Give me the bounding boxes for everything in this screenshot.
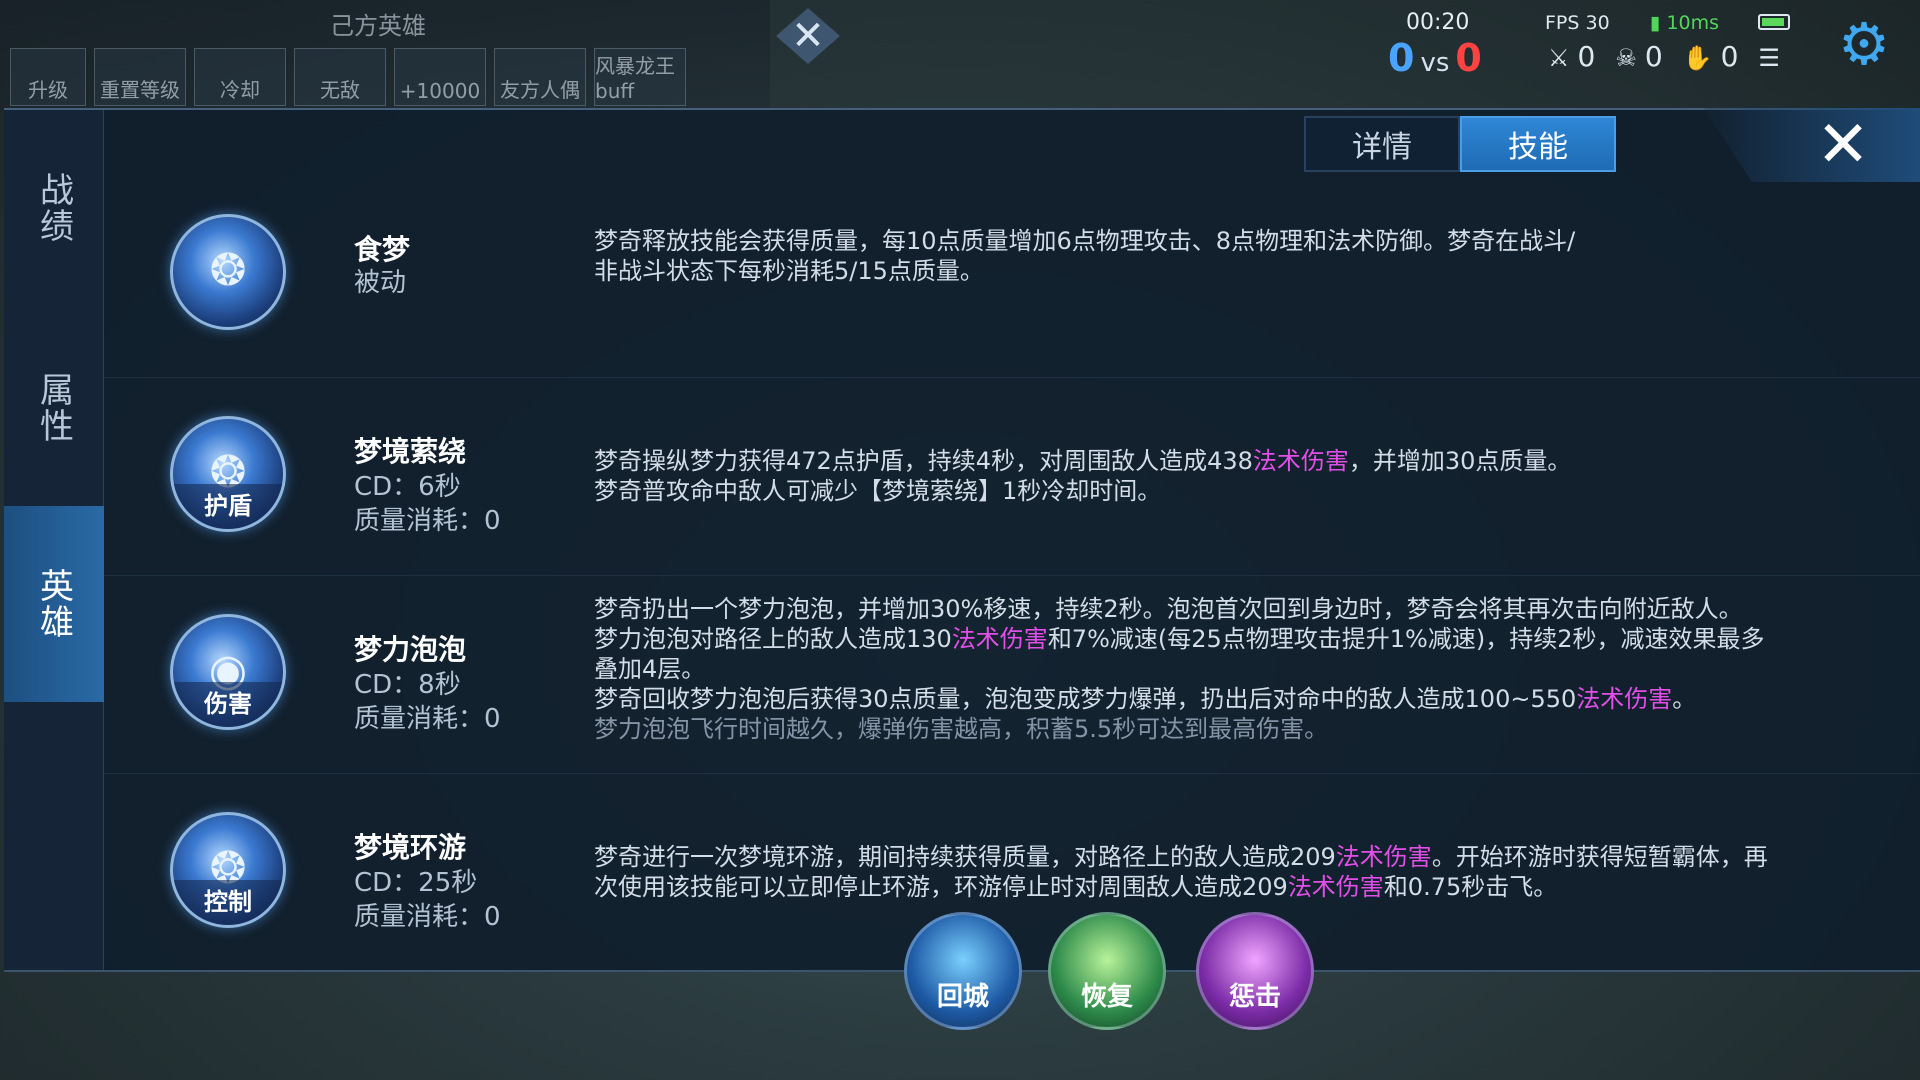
debug-button-row: 升级 重置等级 冷却 无敌 +10000 友方人偶 风暴龙王buff — [10, 48, 686, 106]
skill-cooldown: CD：25秒 — [354, 868, 478, 898]
desc-line: 梦力泡泡飞行时间越久，爆弹伤害越高，积蓄5.5秒可达到最高伤害。 — [594, 715, 1329, 743]
deaths-count: 0 — [1644, 40, 1663, 73]
magic-damage-highlight: 法术伤害 — [951, 625, 1048, 653]
skill-icon-control[interactable]: ❂ 控制 — [170, 812, 286, 928]
skill-description: 梦奇释放技能会获得质量，每10点质量增加6点物理攻击、8点物理和法术防御。梦奇在… — [594, 226, 1920, 286]
ally-heroes-label: 己方英雄 — [330, 12, 426, 40]
skill-description: 梦奇扔出一个梦力泡泡，并增加30%移速，持续2秒。泡泡首次回到身边时，梦奇会将其… — [594, 594, 1920, 744]
red-score: 0 — [1455, 36, 1482, 80]
desc-text: ，并增加30点质量。 — [1348, 447, 1572, 475]
desc-text: 。开始环游时获得短暂霸体，再 — [1431, 843, 1768, 871]
close-debug-icon[interactable]: ✕ — [776, 8, 840, 64]
recall-button[interactable]: 回城 — [904, 912, 1022, 1030]
desc-line: 叠加4层。 — [594, 655, 706, 683]
skill-row-passive: ❂ 食梦 被动 梦奇释放技能会获得质量，每10点质量增加6点物理攻击、8点物理和… — [104, 180, 1920, 378]
assist-hand-icon: ✋ — [1682, 44, 1713, 72]
desc-line: 梦奇操纵梦力获得472点护盾，持续4秒，对周围敌人造成438法术伤害，并增加30… — [594, 446, 1920, 476]
skill-cost: 质量消耗：0 — [354, 902, 501, 932]
skill-cooldown: CD：8秒 — [354, 670, 461, 700]
smite-button[interactable]: 惩击 — [1196, 912, 1314, 1030]
skill-tag: 控制 — [173, 880, 283, 925]
skill-description: 梦奇操纵梦力获得472点护盾，持续4秒，对周围敌人造成438法术伤害，并增加30… — [594, 446, 1920, 506]
skill-cost: 质量消耗：0 — [354, 506, 501, 536]
ally-dummy-button[interactable]: 友方人偶 — [494, 48, 586, 106]
skill-name: 梦境环游 — [354, 831, 467, 864]
battery-icon — [1758, 14, 1790, 30]
kda-stats: ⚔ 0 ☠ 0 ✋ 0 ☰ — [1548, 40, 1788, 73]
desc-text: 次使用该技能可以立即停止环游，环游停止时对周围敌人造成209 — [594, 873, 1288, 901]
detail-tabs: 详情 技能 — [1304, 116, 1616, 172]
desc-line: 梦奇普攻命中敌人可减少【梦境萦绕】1秒冷却时间。 — [594, 477, 1162, 505]
settings-gear-icon[interactable]: ⚙ — [1832, 10, 1896, 78]
kills-count: 0 — [1577, 40, 1596, 73]
assists-count: 0 — [1720, 40, 1739, 73]
signal-icon: ▮ — [1650, 12, 1661, 34]
panel-sidebar: 战绩 属性 英雄 — [4, 110, 104, 970]
desc-text: 和7%减速(每25点物理攻击提升1%减速)，持续2秒，减速效果最多 — [1047, 625, 1765, 653]
skill-icon-shield[interactable]: ❂ 护盾 — [170, 416, 286, 532]
level-up-button[interactable]: 升级 — [10, 48, 86, 106]
ping-value: 10ms — [1666, 12, 1720, 34]
skill-row-2: ◉ 伤害 梦力泡泡 CD：8秒 质量消耗：0 梦奇扔出一个梦力泡泡，并增加30%… — [104, 576, 1920, 774]
desc-line: 梦力泡泡对路径上的敌人造成130法术伤害和7%减速(每25点物理攻击提升1%减速… — [594, 624, 1920, 654]
desc-line: 梦奇释放技能会获得质量，每10点质量增加6点物理攻击、8点物理和法术防御。梦奇在… — [594, 227, 1576, 255]
sword-icon: ⚔ — [1548, 44, 1570, 72]
skill-cost: 质量消耗：0 — [354, 704, 501, 734]
desc-text: 梦奇操纵梦力获得472点护盾，持续4秒，对周围敌人造成438 — [594, 447, 1253, 475]
list-icon[interactable]: ☰ — [1758, 44, 1780, 72]
tab-skills[interactable]: 技能 — [1460, 116, 1616, 172]
desc-line: 梦奇进行一次梦境环游，期间持续获得质量，对路径上的敌人造成209法术伤害。开始环… — [594, 842, 1920, 872]
skill-description: 梦奇进行一次梦境环游，期间持续获得质量，对路径上的敌人造成209法术伤害。开始环… — [594, 842, 1920, 902]
close-icon: ✕ — [1816, 108, 1870, 182]
tab-record[interactable]: 战绩 — [4, 110, 104, 306]
skull-icon: ☠ — [1615, 44, 1637, 72]
skill-type: 被动 — [354, 268, 407, 298]
skill-name: 梦力泡泡 — [354, 633, 467, 666]
close-panel-button[interactable]: ✕ — [1704, 108, 1920, 182]
desc-text: 梦奇进行一次梦境环游，期间持续获得质量，对路径上的敌人造成209 — [594, 843, 1336, 871]
desc-text: 。 — [1672, 685, 1697, 713]
desc-text: 梦奇回收梦力泡泡后获得30点质量，泡泡变成梦力爆弹，扔出后对命中的敌人造成100… — [594, 685, 1577, 713]
invincible-button[interactable]: 无敌 — [294, 48, 386, 106]
desc-text: 和0.75秒击飞。 — [1383, 873, 1558, 901]
team-score: 0 vs 0 — [1388, 36, 1482, 80]
magic-damage-highlight: 法术伤害 — [1335, 843, 1432, 871]
tab-details[interactable]: 详情 — [1304, 116, 1460, 172]
blue-score: 0 — [1388, 36, 1415, 80]
gold-button[interactable]: +10000 — [394, 48, 486, 106]
fps-counter: FPS 30 — [1545, 12, 1610, 34]
vs-label: vs — [1420, 48, 1450, 78]
skill-name: 梦境萦绕 — [354, 435, 467, 468]
storm-dragon-buff-button[interactable]: 风暴龙王buff — [594, 48, 686, 106]
skill-cooldown: CD：6秒 — [354, 472, 461, 502]
desc-line: 梦奇回收梦力泡泡后获得30点质量，泡泡变成梦力爆弹，扔出后对命中的敌人造成100… — [594, 684, 1920, 714]
reset-level-button[interactable]: 重置等级 — [94, 48, 186, 106]
tab-attributes[interactable]: 属性 — [4, 310, 104, 506]
skill-icon-damage[interactable]: ◉ 伤害 — [170, 614, 286, 730]
magic-damage-highlight: 法术伤害 — [1576, 685, 1673, 713]
skill-tag: 护盾 — [173, 484, 283, 529]
creature-icon: ❂ — [209, 245, 247, 296]
hero-info-panel: 战绩 属性 英雄 详情 技能 ✕ ❂ 食梦 被动 梦奇释放技能会获得质量，每10… — [4, 108, 1920, 972]
desc-line: 次使用该技能可以立即停止环游，环游停止时对周围敌人造成209法术伤害和0.75秒… — [594, 872, 1920, 902]
desc-text: 梦力泡泡对路径上的敌人造成130 — [594, 625, 952, 653]
cooldown-button[interactable]: 冷却 — [194, 48, 286, 106]
ping-indicator: ▮ 10ms — [1650, 12, 1719, 34]
desc-line: 梦奇扔出一个梦力泡泡，并增加30%移速，持续2秒。泡泡首次回到身边时，梦奇会将其… — [594, 595, 1743, 623]
skill-icon-passive[interactable]: ❂ — [170, 214, 286, 330]
desc-line: 非战斗状态下每秒消耗5/15点质量。 — [594, 257, 984, 285]
skill-tag: 伤害 — [173, 682, 283, 727]
tab-hero[interactable]: 英雄 — [4, 506, 104, 702]
match-timer: 00:20 — [1406, 10, 1470, 35]
skill-row-1: ❂ 护盾 梦境萦绕 CD：6秒 质量消耗：0 梦奇操纵梦力获得472点护盾，持续… — [104, 378, 1920, 576]
magic-damage-highlight: 法术伤害 — [1252, 447, 1349, 475]
magic-damage-highlight: 法术伤害 — [1287, 873, 1384, 901]
heal-button[interactable]: 恢复 — [1048, 912, 1166, 1030]
